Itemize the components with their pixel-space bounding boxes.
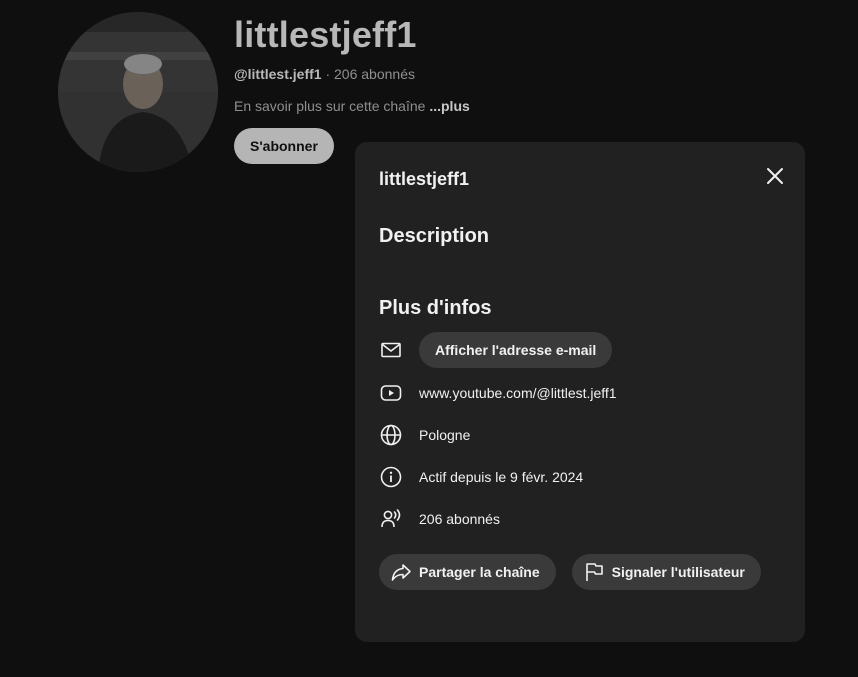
country-row: Pologne xyxy=(379,417,470,453)
subscribe-button[interactable]: S'abonner xyxy=(234,128,334,164)
url-row: www.youtube.com/@littlest.jeff1 xyxy=(379,375,617,411)
share-icon xyxy=(389,560,413,584)
close-button[interactable] xyxy=(763,164,787,188)
channel-page: littlestjeff1 @littlest.jeff1 · 206 abon… xyxy=(0,0,858,677)
youtube-icon xyxy=(379,381,403,405)
subscribers-icon xyxy=(379,507,403,531)
share-label: Partager la chaîne xyxy=(419,564,540,580)
mail-icon xyxy=(379,338,403,362)
report-label: Signaler l'utilisateur xyxy=(611,564,745,580)
joined-row: Actif depuis le 9 févr. 2024 xyxy=(379,459,583,495)
info-icon xyxy=(379,465,403,489)
email-row: Afficher l'adresse e-mail xyxy=(379,332,613,368)
close-icon xyxy=(767,168,783,184)
channel-meta: @littlest.jeff1 · 206 abonnés xyxy=(234,66,415,82)
country-text: Pologne xyxy=(419,427,471,443)
meta-separator: · xyxy=(321,66,335,82)
dialog-title: littlestjeff1 xyxy=(379,169,470,189)
share-channel-button[interactable]: Partager la chaîne xyxy=(379,554,556,590)
description-heading: Description xyxy=(379,225,490,247)
avatar-image xyxy=(58,12,218,172)
report-user-button[interactable]: Signaler l'utilisateur xyxy=(571,554,761,590)
about-dialog: littlestjeff1 Description Plus d'infos A… xyxy=(355,142,805,642)
channel-name: littlestjeff1 xyxy=(234,14,417,55)
more-info-heading: Plus d'infos xyxy=(379,297,492,319)
subscribers-text: 206 abonnés xyxy=(419,511,500,527)
show-email-button[interactable]: Afficher l'adresse e-mail xyxy=(419,332,613,368)
channel-subscribers-short: 206 abonnés xyxy=(334,66,415,82)
flag-icon xyxy=(582,560,606,584)
more-link[interactable]: ...plus xyxy=(429,98,469,114)
channel-handle: @littlest.jeff1 xyxy=(234,66,322,82)
subscribers-row: 206 abonnés xyxy=(379,501,500,537)
about-teaser-text: En savoir plus sur cette chaîne xyxy=(234,98,426,114)
globe-icon xyxy=(379,423,403,447)
channel-about-teaser[interactable]: En savoir plus sur cette chaîne ...plus xyxy=(234,98,470,114)
joined-date-text: Actif depuis le 9 févr. 2024 xyxy=(419,469,584,485)
channel-url-link[interactable]: www.youtube.com/@littlest.jeff1 xyxy=(419,385,617,401)
channel-avatar[interactable] xyxy=(58,12,218,172)
dialog-actions: Partager la chaîne Signaler l'utilisateu… xyxy=(379,554,761,590)
